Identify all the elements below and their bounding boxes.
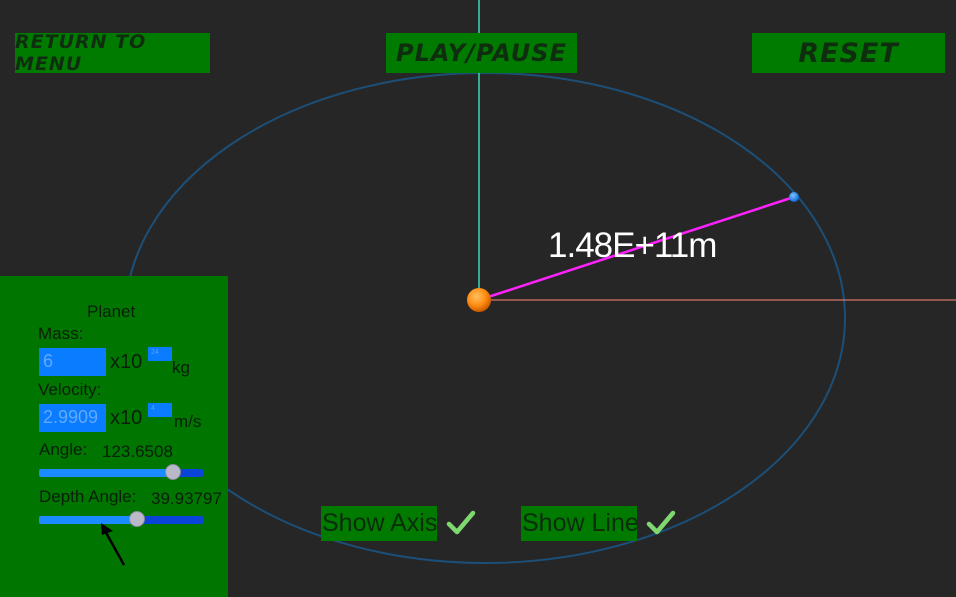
mass-multiplier: x10 <box>110 351 143 373</box>
angle-label: Angle: <box>39 440 88 459</box>
depth-angle-value: 39.93797 <box>151 489 222 508</box>
depth-angle-label: Depth Angle: <box>39 487 137 506</box>
mass-exponent-input[interactable]: 24 <box>148 347 172 361</box>
velocity-input[interactable]: 2.9909 <box>39 404 106 432</box>
mass-input[interactable]: 6 <box>39 348 106 376</box>
angle-slider-fill <box>39 469 174 477</box>
velocity-exponent-input[interactable]: 4 <box>148 403 172 417</box>
distance-readout: 1.48E+11m <box>548 226 717 265</box>
planet-settings-panel: Planet Mass: 6 x10 24 kg Velocity: 2.990… <box>0 276 228 597</box>
star-sun <box>467 288 491 312</box>
mass-label: Mass: <box>38 324 84 343</box>
return-to-menu-button[interactable]: Return to Menu <box>15 31 210 75</box>
mass-unit: kg <box>172 358 190 377</box>
velocity-multiplier: x10 <box>110 407 143 429</box>
reset-button[interactable]: Reset <box>752 33 945 73</box>
panel-title: Planet <box>87 302 136 321</box>
angle-slider[interactable] <box>39 464 203 480</box>
orbit-path <box>124 72 846 564</box>
play-pause-button[interactable]: Play/Pause <box>386 33 577 73</box>
show-axis-checkmark-icon[interactable] <box>446 508 476 538</box>
mouse-cursor-icon <box>101 523 126 566</box>
angle-slider-thumb[interactable] <box>165 464 182 480</box>
planet-body[interactable] <box>789 192 799 202</box>
show-line-toggle[interactable]: Show Line <box>521 506 637 541</box>
show-axis-toggle[interactable]: Show Axis <box>321 506 437 541</box>
velocity-label: Velocity: <box>38 380 102 399</box>
depth-angle-slider-thumb[interactable] <box>129 511 146 527</box>
angle-value: 123.6508 <box>102 442 173 461</box>
velocity-unit: m/s <box>174 412 202 431</box>
show-line-checkmark-icon[interactable] <box>646 508 676 538</box>
